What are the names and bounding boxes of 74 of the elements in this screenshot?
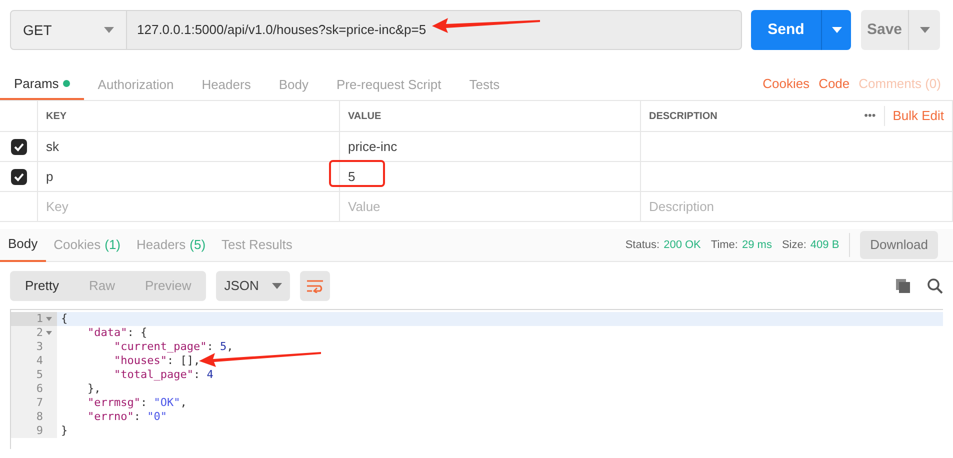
highlight-box [329,160,385,187]
view-mode-tab[interactable]: Preview [130,270,206,300]
fold-icon[interactable] [46,331,52,335]
line-number: 3 [36,340,43,354]
table-cell[interactable]: price-inc [348,136,398,156]
caret-icon [272,282,282,288]
code-line: "errno": "0" [86,410,167,424]
request-link[interactable]: Cookies [762,74,810,93]
line-number: 4 [36,354,43,368]
status-label: Status: [625,238,660,253]
status-value: 29 ms [742,238,772,253]
input-field[interactable]: Value [348,196,632,216]
line-number: 5 [36,368,43,382]
code-line: "total_page": 4 [112,368,214,382]
status-label: Time: [710,238,738,253]
wrap-lines-icon[interactable] [300,270,330,300]
request-tab[interactable]: Pre-request Script [322,69,456,100]
response-tab[interactable]: Body [0,228,46,262]
bulk-edit-link[interactable]: Bulk Edit [892,106,944,126]
view-mode-tab[interactable]: Raw [74,270,130,300]
view-mode-tab[interactable]: Pretty [10,270,74,300]
caret-icon [832,27,842,33]
code-line: "data": { [86,326,148,340]
fold-icon[interactable] [46,317,52,321]
line-number: 1 [36,312,43,326]
check-icon [12,170,24,182]
response-tab[interactable]: Test Results [214,228,300,262]
status-value: 200 OK [664,238,701,253]
caret-icon [104,27,114,33]
response-tab[interactable]: Headers (5) [128,228,214,262]
checkbox[interactable] [10,138,26,154]
request-tab[interactable]: Authorization [84,69,188,100]
send-options-button[interactable] [821,10,851,50]
code-line: "errmsg": "OK", [86,396,187,410]
column-header: DESCRIPTION [649,110,718,124]
format-dropdown[interactable]: JSON [216,270,290,300]
status-value: 409 B [810,238,840,253]
code-line: }, [86,382,101,396]
more-button[interactable]: ••• [864,106,885,126]
line-number: 6 [36,382,43,396]
request-tab[interactable]: Tests [455,69,514,100]
save-button[interactable]: Save [861,10,908,50]
search-icon[interactable] [927,278,943,294]
checkbox[interactable] [10,168,26,184]
method-dropdown[interactable]: GET [10,10,127,50]
line-number: 8 [36,410,43,424]
copy-icon[interactable] [895,278,911,294]
view-mode-switcher[interactable]: Pretty Raw Preview [10,270,206,300]
download-button[interactable]: Download [860,231,938,259]
input-field[interactable]: Key [46,196,331,216]
line-number: 7 [36,396,43,410]
line-number: 2 [36,326,43,340]
column-header: VALUE [348,110,382,124]
table-cell[interactable]: 5 [348,166,356,186]
code-line: "current_page": 5, [112,340,234,354]
table-cell[interactable]: sk [46,136,59,156]
column-header: KEY [46,110,67,124]
check-icon [12,140,24,152]
save-options-button[interactable] [908,10,940,50]
status-label: Size: [782,238,806,253]
request-link[interactable]: Code [818,74,850,93]
code-line: { [61,312,68,326]
send-button[interactable]: Send [751,10,821,50]
response-tab[interactable]: Cookies (1) [46,228,128,262]
url-field[interactable]: 127.0.0.1:5000/api/v1.0/houses?sk=price-inc&p=5 [127,10,742,50]
code-line: } [61,424,68,438]
request-tab[interactable]: Headers [188,69,265,100]
request-tab[interactable]: Params [0,69,84,100]
line-number: 9 [36,424,43,438]
table-cell[interactable]: p [46,166,54,186]
caret-icon [920,27,930,33]
request-tab[interactable]: Body [264,69,322,100]
input-field[interactable]: Description [649,196,944,216]
code-line: "houses": [], [112,354,200,368]
